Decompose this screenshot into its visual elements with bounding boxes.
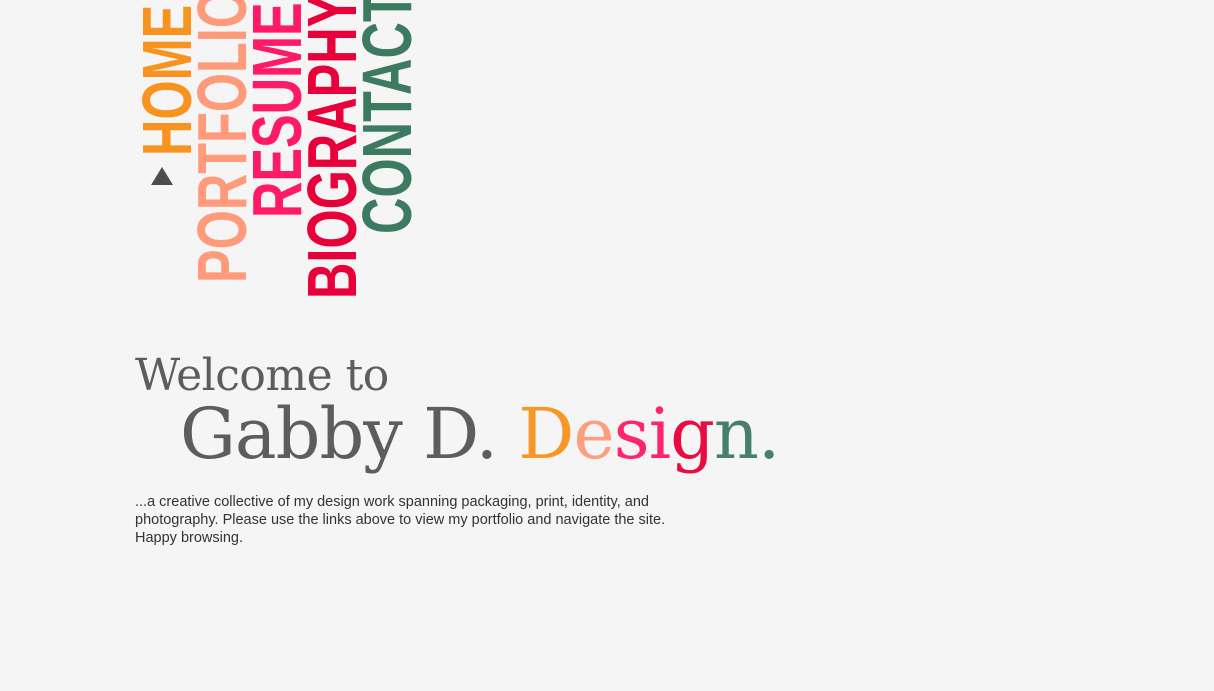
page: HOME PORTFOLIO RESUME BIOGRAPHY CONTACT …: [0, 0, 1214, 691]
design-letter: n: [713, 393, 759, 475]
intro-paragraph: ...a creative collective of my design wo…: [135, 494, 666, 546]
active-nav-indicator-icon: [151, 167, 173, 185]
design-letter: i: [648, 393, 671, 475]
brand-title: Gabby D. Design.: [180, 393, 780, 475]
design-letter: .: [758, 393, 780, 475]
design-letter: D: [518, 393, 574, 475]
main-nav: HOME PORTFOLIO RESUME BIOGRAPHY CONTACT: [0, 0, 500, 320]
brand-name: Gabby D.: [180, 393, 498, 475]
design-letter: g: [670, 393, 715, 475]
nav-contact-link[interactable]: CONTACT: [348, 0, 426, 234]
design-letter: s: [613, 393, 650, 475]
brand-design-word: Design.: [518, 393, 780, 475]
design-letter: e: [573, 393, 614, 475]
